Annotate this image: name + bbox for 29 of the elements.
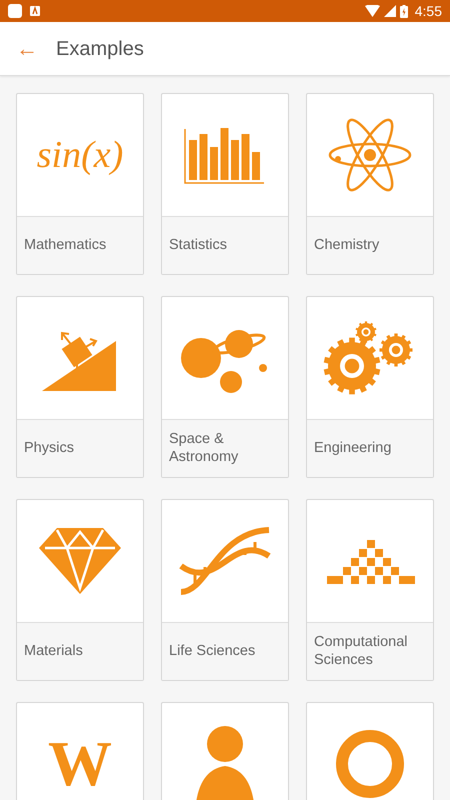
notification-icon	[8, 4, 22, 18]
back-button[interactable]: ←	[0, 38, 56, 60]
card-label: Life Sciences	[169, 642, 256, 660]
signal-icon	[384, 5, 396, 17]
letter-glyph: W	[48, 732, 112, 796]
clock-time: 4:55	[414, 2, 442, 20]
example-card[interactable]: Space & Astronomy	[161, 296, 289, 478]
example-card[interactable]: Engineering	[306, 296, 434, 478]
card-label: Computational Sciences	[314, 634, 408, 669]
card-label: Space & Astronomy	[169, 431, 240, 466]
screen-title: Examples	[56, 36, 144, 62]
wifi-icon	[364, 5, 380, 17]
example-card[interactable]: Chemistry	[306, 93, 434, 275]
card-label: Statistics	[169, 236, 228, 254]
card-label: Engineering	[314, 440, 392, 458]
card-label: Chemistry	[314, 236, 380, 254]
bar-chart-icon	[184, 125, 266, 185]
function-formula: sin(x)	[36, 132, 124, 178]
example-card[interactable]: Physics	[16, 296, 144, 478]
example-card[interactable]: Materials	[16, 499, 144, 681]
card-label: Mathematics	[24, 236, 106, 254]
example-card[interactable]: Computational Sciences	[306, 499, 434, 681]
battery-icon	[400, 4, 408, 18]
card-label: Physics	[24, 440, 74, 458]
example-card[interactable]: sin(x) Mathematics	[16, 93, 144, 275]
card-label: Materials	[24, 642, 83, 660]
example-card[interactable]: Statistics	[161, 93, 289, 275]
example-card[interactable]: Life Sciences	[161, 499, 289, 681]
keyboard-notification-icon	[30, 6, 40, 16]
